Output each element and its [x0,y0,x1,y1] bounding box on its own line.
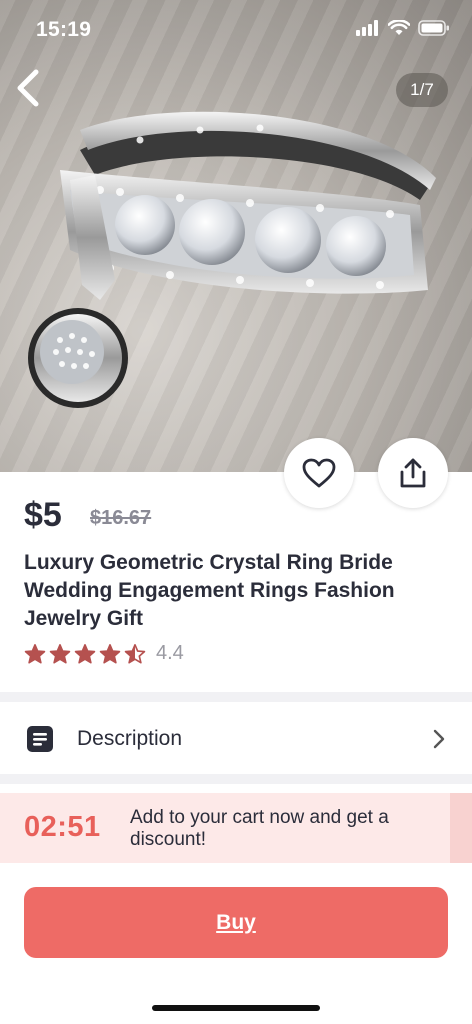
signal-icon [356,20,378,36]
rating: 4.4 [24,642,184,665]
star-icon [124,643,146,664]
status-time: 15:19 [36,18,92,41]
wifi-icon [388,20,410,35]
description-row[interactable]: Description [0,704,472,774]
product-image[interactable] [0,0,472,472]
back-chevron-icon [17,69,39,107]
banner-edge [450,793,472,863]
discount-banner: 02:51 Add to your cart now and get a dis… [0,793,472,863]
battery-icon [418,20,449,36]
ring-illustration [28,111,436,408]
chevron-right-icon [433,729,445,749]
status-icons [356,20,450,36]
star-icon [74,643,96,664]
share-button[interactable] [378,438,448,508]
original-price: $16.67 [90,507,152,529]
favorite-button[interactable] [284,438,354,508]
home-indicator [152,1005,320,1011]
section-divider [0,692,472,702]
description-label: Description [77,727,183,750]
back-button[interactable] [10,66,50,110]
discount-message: Add to your cart now and get a discount! [130,807,389,850]
price: $5 [24,496,62,534]
rating-stars [24,643,146,665]
section-divider [0,774,472,784]
star-icon [49,643,71,664]
buy-button[interactable]: Buy [24,887,448,958]
heart-icon [302,458,336,488]
countdown-timer: 02:51 [24,811,101,843]
star-icon [24,643,46,664]
status-bar: 15:19 [0,0,472,58]
product-title: Luxury Geometric Crystal Ring Bride Wedd… [24,551,395,630]
share-icon [400,458,426,488]
rating-score: 4.4 [156,642,184,664]
document-icon [27,726,53,752]
image-counter: 1/7 [396,73,448,107]
star-icon [99,643,121,664]
